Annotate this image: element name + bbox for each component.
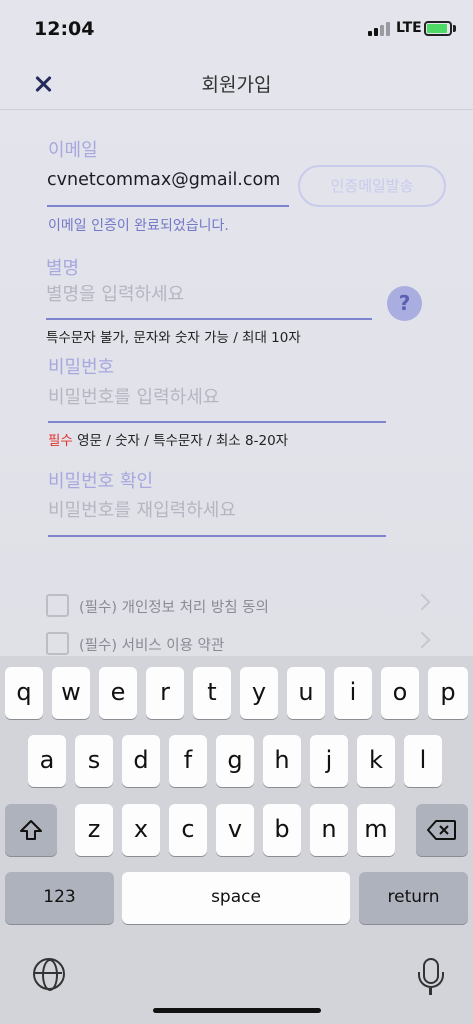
agreement-terms-row[interactable]: (필수) 서비스 이용 약관 [46,631,431,658]
send-verification-button[interactable]: 인증메일발송 [298,165,446,207]
key-s[interactable]: s [75,735,113,787]
battery-icon [424,21,452,36]
key-q[interactable]: q [5,667,43,719]
help-button[interactable]: ? [387,286,422,321]
key-d[interactable]: d [122,735,160,787]
signal-strength-icon [368,22,392,36]
key-i[interactable]: i [334,667,372,719]
key-n[interactable]: n [310,804,348,856]
key-v[interactable]: v [216,804,254,856]
email-label: 이메일 [48,140,98,161]
network-type: LTE [396,20,422,36]
privacy-checkbox[interactable] [46,594,69,617]
nickname-input[interactable] [46,284,366,305]
key-r[interactable]: r [146,667,184,719]
key-g[interactable]: g [216,735,254,787]
page-title: 회원가입 [201,74,272,96]
nickname-underline [46,318,372,320]
key-c[interactable]: c [169,804,207,856]
key-h[interactable]: h [263,735,301,787]
return-key[interactable]: return [359,872,468,924]
key-p[interactable]: p [428,667,468,719]
password-hint-text: 영문 / 숫자 / 특수문자 / 최소 8-20자 [72,433,289,449]
microphone-foot [429,988,432,995]
agreement-privacy-row[interactable]: (필수) 개인정보 처리 방침 동의 [46,593,431,620]
shift-key[interactable] [5,804,57,856]
chevron-right-icon[interactable] [413,593,431,611]
agreement-label: (필수) 개인정보 처리 방침 동의 [79,600,269,616]
required-tag: 필수 [48,433,73,449]
nav-bar: 회원가입 [0,60,473,110]
shift-icon [20,820,42,840]
battery-tip [453,25,456,32]
home-indicator[interactable] [153,1008,321,1013]
key-f[interactable]: f [169,735,207,787]
agreement-label: (필수) 서비스 이용 약관 [79,638,225,654]
terms-checkbox[interactable] [46,632,69,655]
email-underline [47,205,289,207]
status-bar: 12:04 LTE [0,0,473,60]
status-time: 12:04 [34,18,95,40]
key-k[interactable]: k [357,735,395,787]
password-input[interactable] [48,387,378,408]
email-status: 이메일 인증이 완료되었습니다. [48,218,229,234]
key-e[interactable]: e [99,667,137,719]
backspace-key[interactable] [416,804,468,856]
key-m[interactable]: m [357,804,395,856]
key-u[interactable]: u [287,667,325,719]
key-b[interactable]: b [263,804,301,856]
nickname-label: 별명 [46,258,80,279]
email-field[interactable] [47,170,292,190]
password-underline [48,421,386,423]
key-w[interactable]: w [52,667,90,719]
key-t[interactable]: t [193,667,231,719]
space-key[interactable]: space [122,872,350,924]
microphone-stand [418,972,444,988]
password-label: 비밀번호 [48,357,115,378]
password-confirm-input[interactable] [48,500,378,521]
key-x[interactable]: x [122,804,160,856]
chevron-right-icon[interactable] [413,631,431,649]
globe-icon[interactable] [33,958,65,991]
backspace-icon [427,820,456,840]
numbers-key[interactable]: 123 [5,872,114,924]
password-confirm-underline [48,535,386,537]
key-y[interactable]: y [240,667,278,719]
key-a[interactable]: a [28,735,66,787]
key-j[interactable]: j [310,735,348,787]
password-hint: 필수 영문 / 숫자 / 특수문자 / 최소 8-20자 [48,429,288,449]
key-o[interactable]: o [381,667,419,719]
key-z[interactable]: z [75,804,113,856]
nickname-hint: 특수문자 불가, 문자와 숫자 가능 / 최대 10자 [46,330,301,346]
key-l[interactable]: l [404,735,442,787]
keyboard: q w e r t y u i o p a s d f g h j k l z … [0,656,473,1024]
password-confirm-label: 비밀번호 확인 [48,471,154,492]
